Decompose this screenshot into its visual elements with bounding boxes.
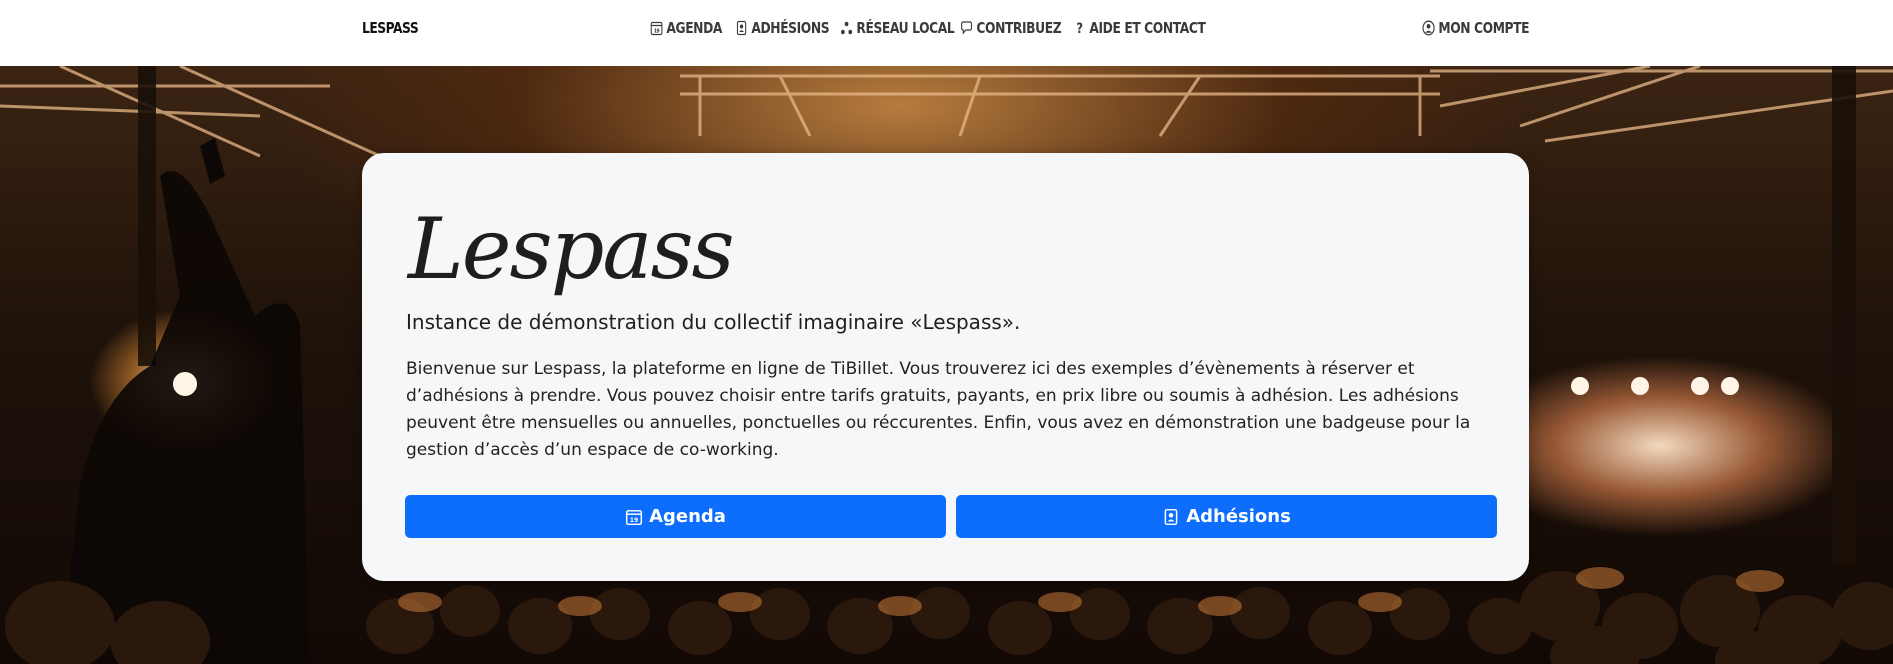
calendar-icon: 19	[626, 509, 643, 525]
question-icon: ?	[1076, 21, 1083, 36]
brand-link[interactable]: LESPASS	[362, 19, 419, 37]
page-title: Lespass	[408, 200, 735, 298]
svg-text:?: ?	[1076, 21, 1082, 36]
nav-agenda[interactable]: 19 AGENDA	[650, 19, 722, 37]
nav-aide-contact-label: AIDE ET CONTACT	[1089, 19, 1206, 37]
welcome-description: Bienvenue sur Lespass, la plateforme en …	[406, 359, 1471, 460]
nav-reseau-local[interactable]: RÉSEAU LOCAL	[840, 19, 955, 37]
nav-adhesions[interactable]: ADHÉSIONS	[735, 19, 830, 37]
agenda-button-label: Agenda	[649, 506, 726, 527]
nav-agenda-label: AGENDA	[666, 19, 722, 37]
adhesions-button-label: Adhésions	[1186, 506, 1291, 527]
nav-aide-contact[interactable]: ? AIDE ET CONTACT	[1073, 19, 1205, 37]
chat-icon	[961, 21, 973, 35]
nav-adhesions-label: ADHÉSIONS	[751, 19, 830, 37]
svg-text:19: 19	[630, 517, 639, 524]
page-subtitle: Instance de démonstration du collectif i…	[406, 310, 1021, 334]
hero-banner: Lespass Instance de démonstration du col…	[0, 66, 1893, 664]
adhesions-button[interactable]: Adhésions	[956, 495, 1497, 538]
nav-mon-compte-label: MON COMPTE	[1438, 19, 1530, 37]
agenda-button[interactable]: 19 Agenda	[405, 495, 946, 538]
nav-contribuez-label: CONTRIBUEZ	[976, 19, 1062, 37]
user-circle-icon	[1422, 20, 1435, 36]
nav-contribuez[interactable]: CONTRIBUEZ	[960, 19, 1062, 37]
welcome-card: Lespass Instance de démonstration du col…	[362, 153, 1529, 581]
calendar-icon: 19	[650, 21, 663, 36]
nav-mon-compte[interactable]: MON COMPTE	[1422, 19, 1530, 37]
nav-reseau-local-label: RÉSEAU LOCAL	[856, 19, 955, 37]
network-icon	[840, 21, 853, 35]
member-card-icon	[736, 20, 747, 36]
member-card-icon	[1164, 508, 1178, 525]
svg-text:19: 19	[654, 28, 660, 35]
top-navbar: LESPASS 19 AGENDA ADHÉSIONS RÉSEAU LOCAL…	[0, 0, 1893, 66]
